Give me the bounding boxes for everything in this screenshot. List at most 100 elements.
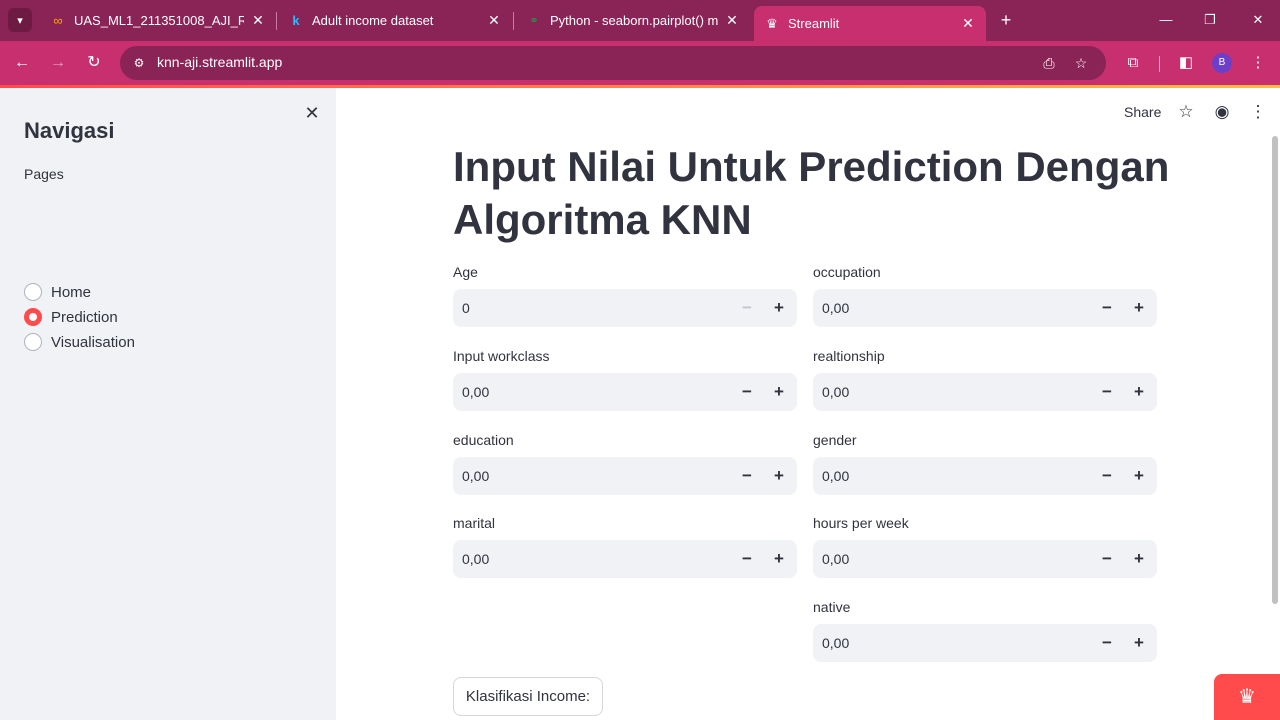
window-close-button[interactable]: ✕ (1248, 10, 1268, 30)
decrement-button[interactable]: − (1097, 382, 1117, 402)
field-workclass: Input workclass 0,00 − + (453, 348, 797, 411)
number-input[interactable]: 0 − + (453, 289, 797, 327)
input-value[interactable]: 0,00 (462, 384, 489, 400)
restore-button[interactable]: ❐ (1200, 10, 1220, 30)
decrement-button[interactable]: − (1097, 298, 1117, 318)
decrement-button[interactable]: − (737, 549, 757, 569)
field-label: Age (453, 264, 478, 280)
tab-streamlit[interactable]: ♛ Streamlit ✕ (754, 6, 986, 41)
new-tab-button[interactable]: + (996, 10, 1016, 30)
extensions-icon[interactable]: ⧉ (1121, 51, 1145, 75)
tab-colab[interactable]: ∞ UAS_ML1_211351008_AJI_RIDW ✕ (40, 6, 276, 35)
number-input[interactable]: 0,00 − + (813, 373, 1157, 411)
app-menu-icon[interactable]: ⋮ (1247, 101, 1269, 123)
side-panel-icon[interactable]: ◧ (1174, 51, 1198, 75)
scrollbar[interactable] (1272, 136, 1278, 604)
tab-title: UAS_ML1_211351008_AJI_RIDW (74, 13, 244, 28)
input-value[interactable]: 0,00 (822, 384, 849, 400)
increment-button[interactable]: + (1129, 298, 1149, 318)
input-value[interactable]: 0 (462, 300, 470, 316)
input-value[interactable]: 0,00 (822, 635, 849, 651)
pages-label: Pages (24, 166, 64, 182)
decrement-button[interactable]: − (1097, 466, 1117, 486)
field-label: hours per week (813, 515, 909, 531)
radio-button[interactable] (24, 283, 42, 301)
field-education: education 0,00 − + (453, 432, 797, 495)
close-icon[interactable]: ✕ (250, 12, 266, 29)
browser-toolbar: ← → ↻ ⚙ knn-aji.streamlit.app ⎙ ☆ ⧉ ◧ B … (0, 41, 1280, 85)
field-label: education (453, 432, 514, 448)
radio-option-home[interactable]: Home (24, 283, 91, 301)
decrement-button[interactable]: − (737, 466, 757, 486)
bookmark-star-icon[interactable]: ☆ (1072, 54, 1090, 72)
increment-button[interactable]: + (769, 298, 789, 318)
radio-button[interactable] (24, 333, 42, 351)
decrement-button[interactable]: − (737, 382, 757, 402)
radio-option-prediction[interactable]: Prediction (24, 308, 118, 326)
decrement-button[interactable]: − (1097, 549, 1117, 569)
star-icon[interactable]: ☆ (1175, 101, 1197, 123)
decrement-button[interactable]: − (737, 298, 757, 318)
increment-button[interactable]: + (1129, 382, 1149, 402)
classify-income-button[interactable]: Klasifikasi Income: (453, 677, 603, 716)
number-input[interactable]: 0,00 − + (813, 289, 1157, 327)
reload-button[interactable]: ↻ (82, 51, 106, 75)
profile-avatar[interactable]: B (1212, 53, 1232, 73)
radio-label: Home (51, 283, 92, 301)
address-bar[interactable]: ⚙ knn-aji.streamlit.app ⎙ ☆ (120, 46, 1106, 80)
number-input[interactable]: 0,00 − + (813, 540, 1157, 578)
number-input[interactable]: 0,00 − + (453, 457, 797, 495)
install-app-icon[interactable]: ⎙ (1040, 54, 1058, 72)
colab-icon: ∞ (53, 13, 63, 28)
close-sidebar-icon[interactable]: ✕ (302, 103, 322, 123)
increment-button[interactable]: + (769, 466, 789, 486)
tab-title: Streamlit (788, 16, 840, 31)
github-icon[interactable]: ◉ (1211, 101, 1233, 123)
input-value[interactable]: 0,00 (462, 468, 489, 484)
increment-button[interactable]: + (769, 549, 789, 569)
field-gender: gender 0,00 − + (813, 432, 1157, 495)
field-occupation: occupation 0,00 − + (813, 264, 1157, 327)
number-input[interactable]: 0,00 − + (453, 373, 797, 411)
page-title: Input Nilai Untuk Prediction Dengan Algo… (453, 143, 1170, 243)
url-text[interactable]: knn-aji.streamlit.app (157, 54, 282, 70)
input-value[interactable]: 0,00 (822, 551, 849, 567)
number-input[interactable]: 0,00 − + (453, 540, 797, 578)
radio-option-visualisation[interactable]: Visualisation (24, 333, 135, 351)
toolbar-divider (1159, 56, 1160, 72)
input-value[interactable]: 0,00 (822, 468, 849, 484)
forward-button[interactable]: → (46, 51, 70, 75)
tab-search-button[interactable]: ▾ (8, 8, 32, 32)
increment-button[interactable]: + (1129, 633, 1149, 653)
increment-button[interactable]: + (769, 382, 789, 402)
minimize-button[interactable]: — (1156, 10, 1176, 30)
main-content: Share ☆ ◉ ⋮ Input Nilai Untuk Prediction… (336, 88, 1280, 720)
number-input[interactable]: 0,00 − + (813, 624, 1157, 662)
browser-menu-icon[interactable]: ⋮ (1246, 51, 1270, 75)
field-label: occupation (813, 264, 881, 280)
sidebar: ✕ (0, 88, 336, 720)
site-settings-icon[interactable]: ⚙ (130, 54, 148, 72)
increment-button[interactable]: + (1129, 549, 1149, 569)
close-icon[interactable]: ✕ (486, 12, 502, 29)
back-button[interactable]: ← (10, 51, 34, 75)
close-icon[interactable]: ✕ (960, 15, 976, 32)
tab-geeksforgeeks[interactable]: ⚭ Python - seaborn.pairplot() met ✕ (516, 6, 750, 35)
field-native: native 0,00 − + (813, 599, 1157, 662)
increment-button[interactable]: + (1129, 466, 1149, 486)
streamlit-crown-icon[interactable]: ♛ (1214, 674, 1280, 720)
field-age: Age 0 − + (453, 264, 797, 327)
share-button[interactable]: Share (1124, 104, 1161, 120)
input-value[interactable]: 0,00 (822, 300, 849, 316)
input-value[interactable]: 0,00 (462, 551, 489, 567)
close-icon[interactable]: ✕ (724, 12, 740, 29)
decrement-button[interactable]: − (1097, 633, 1117, 653)
field-marital: marital 0,00 − + (453, 515, 797, 578)
radio-label: Prediction (51, 308, 118, 326)
kaggle-icon: k (292, 13, 300, 28)
field-label: marital (453, 515, 496, 531)
number-input[interactable]: 0,00 − + (813, 457, 1157, 495)
gfg-icon: ⚭ (529, 15, 539, 27)
radio-button-selected[interactable] (24, 308, 42, 326)
tab-kaggle[interactable]: k Adult income dataset ✕ (278, 6, 512, 35)
